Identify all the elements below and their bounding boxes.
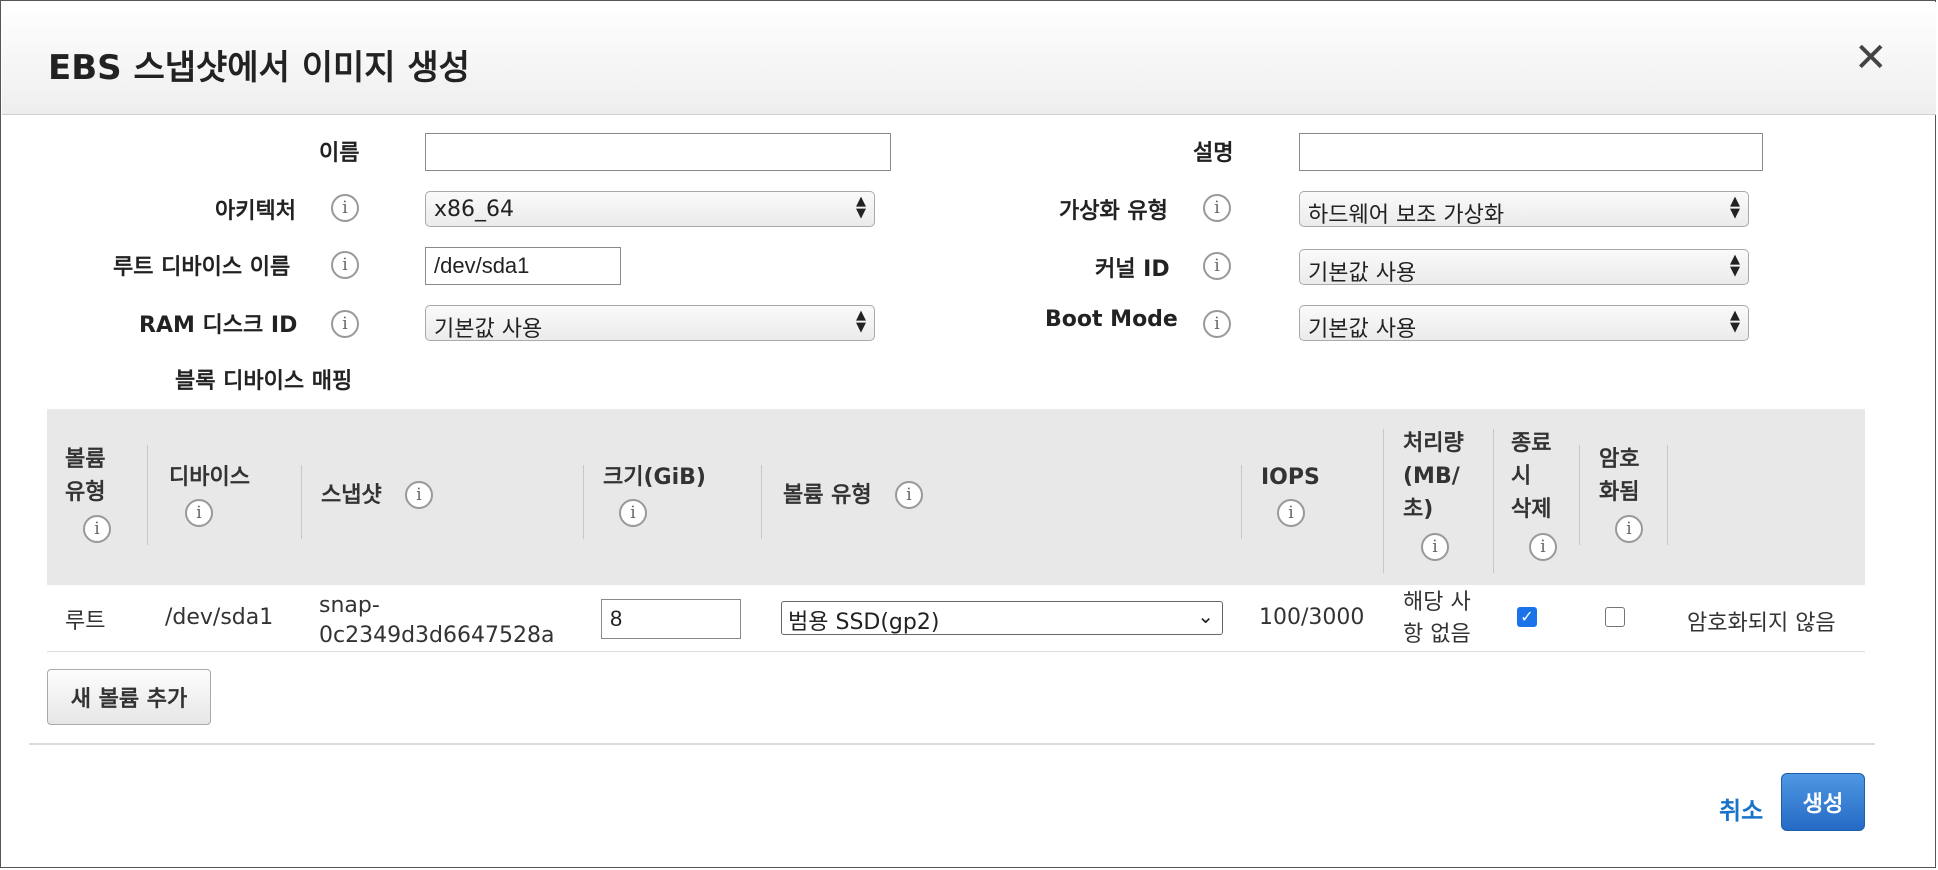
info-icon[interactable]: i [1203, 252, 1231, 280]
info-icon[interactable]: i [1203, 194, 1231, 222]
cancel-link[interactable]: 취소 [1719, 791, 1763, 826]
dialog: EBS 스냅샷에서 이미지 생성 ✕ 이름 설명 아키텍처 i x86_64 ▲… [0, 0, 1936, 868]
footer-divider [29, 743, 1875, 745]
info-icon[interactable]: i [1277, 499, 1305, 527]
info-icon[interactable]: i [1203, 310, 1231, 338]
info-icon[interactable]: i [619, 499, 647, 527]
info-icon[interactable]: i [83, 515, 111, 543]
cell-encryption-status: 암호화되지 않음 [1687, 611, 1836, 636]
architecture-value: x86_64 [434, 197, 515, 222]
ramdisk-value: 기본값 사용 [434, 317, 543, 342]
info-icon[interactable]: i [331, 310, 359, 338]
th-text: 화됨 [1599, 480, 1640, 505]
chevron-down-icon: ⌄ [1197, 604, 1214, 628]
name-input[interactable] [425, 133, 891, 171]
name-label: 이름 [319, 141, 360, 166]
info-icon[interactable]: i [1421, 533, 1449, 561]
boot-mode-value: 기본값 사용 [1308, 317, 1417, 342]
info-icon[interactable]: i [331, 251, 359, 279]
dialog-title: EBS 스냅샷에서 이미지 생성 [48, 48, 470, 88]
divider [1493, 429, 1494, 573]
architecture-select[interactable]: x86_64 ▲ ▼ [425, 191, 875, 227]
divider [301, 465, 302, 539]
th-text: 볼륨 [65, 447, 106, 472]
info-icon[interactable]: i [405, 481, 433, 509]
create-button[interactable]: 생성 [1781, 773, 1865, 831]
volume-type-value: 범용 SSD(gp2) [788, 610, 940, 635]
th-delete-on-termination: 종료 시 삭제 [1511, 427, 1551, 526]
architecture-label: 아키텍처 [215, 199, 296, 224]
divider [1579, 445, 1580, 545]
th-text: 종료 [1511, 431, 1552, 456]
info-icon[interactable]: i [895, 481, 923, 509]
info-icon[interactable]: i [1615, 515, 1643, 543]
boot-mode-select[interactable]: 기본값 사용 ▲ ▼ [1299, 305, 1749, 342]
select-arrows-icon: ▲ ▼ [856, 194, 866, 221]
th-text: 삭제 [1511, 497, 1552, 522]
kernel-label: 커널 ID [1095, 257, 1170, 282]
cell-snapshot: snap- 0c2349d3d6647528a [319, 591, 554, 651]
select-arrows-icon: ▲ ▼ [856, 308, 866, 335]
kernel-select[interactable]: 기본값 사용 ▲ ▼ [1299, 249, 1749, 286]
th-vol-type: 볼륨 유형 [783, 483, 872, 508]
th-text: 초) [1403, 497, 1434, 522]
th-snapshot: 스냅샷 [321, 483, 382, 508]
th-text: 처리량 [1403, 431, 1464, 456]
cell-device: /dev/sda1 [165, 605, 274, 630]
divider [583, 465, 584, 539]
table-header: 볼륨 유형 i 디바이스 i 스냅샷 i 크기(GiB) i 볼륨 유형 i I… [47, 409, 1865, 585]
select-arrows-icon: ▲ ▼ [1730, 308, 1740, 335]
th-text: 암호 [1599, 447, 1640, 472]
select-arrows-icon: ▲ ▼ [1730, 194, 1740, 221]
select-arrows-icon: ▲ ▼ [1730, 252, 1740, 279]
th-volume-type: 볼륨 유형 [65, 443, 105, 509]
cell-throughput: 해당 사 항 없음 [1403, 587, 1471, 651]
divider [1383, 429, 1384, 573]
virtualization-select[interactable]: 하드웨어 보조 가상화 ▲ ▼ [1299, 191, 1749, 228]
th-text: 유형 [65, 480, 106, 505]
info-icon[interactable]: i [185, 499, 213, 527]
cell-iops: 100/3000 [1259, 605, 1365, 630]
th-iops: IOPS [1261, 465, 1320, 490]
block-mapping-label: 블록 디바이스 매핑 [175, 369, 353, 394]
virtualization-value: 하드웨어 보조 가상화 [1308, 203, 1505, 228]
th-text: (MB/ [1403, 464, 1460, 489]
throughput-text: 항 없음 [1403, 622, 1471, 647]
th-text: 시 [1511, 464, 1532, 489]
close-icon[interactable]: ✕ [1854, 38, 1888, 78]
divider [147, 445, 148, 545]
virtualization-label: 가상화 유형 [1059, 199, 1168, 224]
divider [1667, 445, 1668, 545]
th-device: 디바이스 [169, 465, 250, 490]
th-encrypted: 암호 화됨 [1599, 443, 1639, 509]
snapshot-text: 0c2349d3d6647528a [319, 623, 555, 648]
size-input[interactable] [601, 599, 741, 639]
delete-on-termination-checkbox[interactable]: ✓ [1517, 607, 1537, 627]
row-divider [47, 651, 1865, 652]
boot-mode-label: Boot Mode [1045, 307, 1178, 332]
add-volume-button[interactable]: 새 볼륨 추가 [47, 669, 211, 725]
root-device-input[interactable] [425, 247, 621, 285]
info-icon[interactable]: i [331, 194, 359, 222]
dialog-header: EBS 스냅샷에서 이미지 생성 ✕ [2, 2, 1936, 115]
throughput-text: 해당 사 [1403, 590, 1471, 615]
ramdisk-label: RAM 디스크 ID [139, 313, 298, 338]
kernel-value: 기본값 사용 [1308, 261, 1417, 286]
root-device-label: 루트 디바이스 이름 [113, 255, 291, 280]
divider [1241, 465, 1242, 539]
ramdisk-select[interactable]: 기본값 사용 ▲ ▼ [425, 305, 875, 342]
volume-type-select[interactable]: 범용 SSD(gp2) ⌄ [781, 601, 1223, 635]
description-label: 설명 [1193, 141, 1234, 166]
description-input[interactable] [1299, 133, 1763, 171]
divider [761, 465, 762, 539]
cell-volume-type: 루트 [65, 609, 106, 634]
th-throughput: 처리량 (MB/ 초) [1403, 427, 1464, 526]
info-icon[interactable]: i [1529, 533, 1557, 561]
th-size: 크기(GiB) [603, 465, 706, 490]
snapshot-text: snap- [319, 593, 380, 618]
encrypted-checkbox[interactable] [1605, 607, 1625, 627]
